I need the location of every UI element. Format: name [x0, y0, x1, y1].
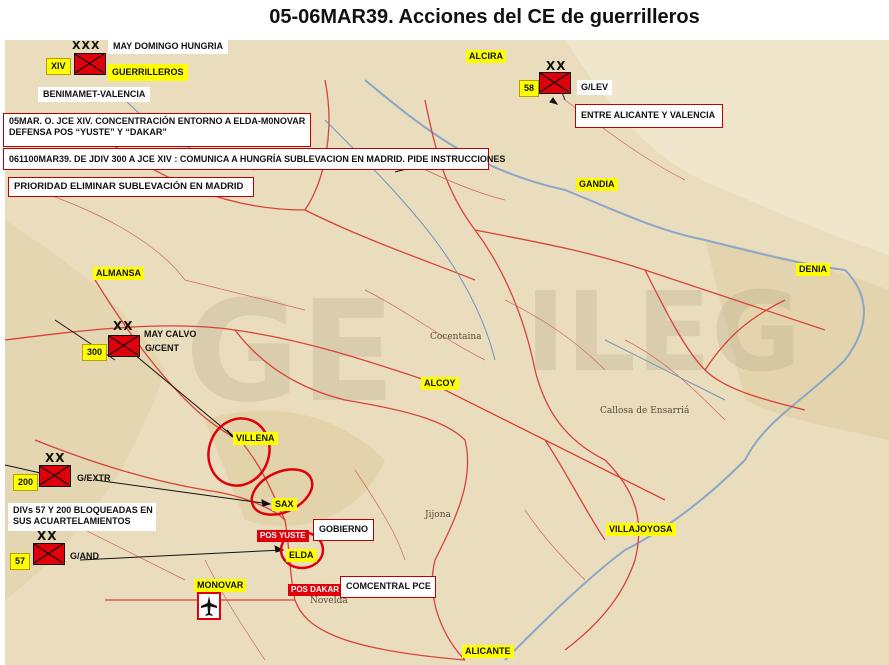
u200-name: G/EXTR	[77, 473, 111, 483]
divs-blocked-box: DIVs 57 Y 200 BLOQUEADAS EN SUS ACUARTEL…	[8, 503, 156, 531]
place-gandia: GANDIA	[576, 178, 618, 191]
u200-number: 200	[13, 474, 39, 491]
gobierno-box: GOBIERNO	[313, 519, 374, 541]
place-sax: SAX	[272, 498, 297, 511]
jce-order-line-1: 05MAR. O. JCE XIV. CONCENTRACIÓN ENTORNO…	[9, 116, 306, 126]
pos-yuste-label: POS YUSTE	[257, 530, 309, 542]
pos-dakar-label: POS DAKAR	[288, 584, 343, 596]
entre-box: ENTRE ALICANTE Y VALENCIA	[575, 104, 723, 128]
u58-name: G/LEV	[577, 80, 613, 95]
place-monovar: MONOVAR	[194, 579, 247, 592]
commander-xiv-label: MAY DOMINGO HUNGRIA	[108, 39, 229, 54]
u58-echelon-mark: XX	[546, 59, 567, 73]
xiv-number: XIV	[46, 58, 71, 75]
unit-cross-icon	[75, 54, 104, 73]
priority-box: PRIORIDAD ELIMINAR SUBLEVACIÓN EN MADRID	[8, 177, 254, 197]
place-alicante: ALICANTE	[462, 645, 514, 658]
xiv-name: GUERRILLEROS	[108, 64, 188, 81]
divs-blocked-line-1: DIVs 57 Y 200 BLOQUEADAS EN	[13, 505, 153, 515]
svg-text:GE: GE	[185, 271, 396, 434]
jce-order-line-2: DEFENSA POS “YUSTE” Y “DAKAR”	[9, 127, 167, 137]
place-elda: ELDA	[286, 549, 317, 562]
airplane-icon	[201, 596, 217, 616]
u57-number: 57	[10, 553, 31, 570]
u300-echelon-mark: XX	[113, 319, 134, 333]
place-jijona: Jijona	[425, 510, 451, 520]
unit-cross-icon	[40, 466, 69, 485]
place-almansa: ALMANSA	[93, 267, 144, 280]
airfield-marker	[197, 592, 221, 620]
unit-cross-icon	[540, 73, 569, 92]
u58-unit-symbol	[539, 72, 571, 94]
u300-number: 300	[82, 344, 108, 361]
jce-order-box: 05MAR. O. JCE XIV. CONCENTRACIÓN ENTORNO…	[3, 113, 311, 147]
map-title: 05-06MAR39. Acciones del CE de guerrille…	[269, 6, 700, 28]
place-cocentaina: Cocentaina	[430, 332, 482, 342]
svg-text:ILEG: ILEG	[525, 268, 801, 396]
u58-number: 58	[519, 80, 540, 97]
benimamet-box: BENIMAMET-VALENCIA	[38, 87, 151, 102]
place-villena: VILLENA	[233, 432, 278, 445]
unit-cross-icon	[34, 544, 63, 563]
xiv-echelon-mark: XXX	[72, 39, 101, 52]
u300-unit-symbol	[108, 335, 140, 357]
place-villajoyosa: VILLAJOYOSA	[606, 523, 676, 536]
u57-unit-symbol	[33, 543, 65, 565]
u200-echelon-mark: XX	[45, 451, 66, 465]
u300-name: G/CENT	[145, 343, 180, 353]
place-denia: DENIA	[796, 263, 831, 276]
u200-unit-symbol	[39, 465, 71, 487]
u300-commander: MAY CALVO	[144, 329, 197, 339]
comcentral-box: COMCENTRAL PCE	[340, 576, 436, 598]
unit-cross-icon	[109, 336, 138, 355]
place-callosa: Callosa de Ensarriá	[600, 406, 690, 416]
place-alcoy: ALCOY	[421, 377, 459, 390]
u57-name: G/AND	[70, 551, 99, 561]
xiv-unit-symbol	[74, 53, 106, 75]
u57-echelon-mark: XX	[37, 529, 58, 543]
jdiv-report-box: 061100MAR39. DE JDIV 300 A JCE XIV : COM…	[3, 148, 505, 170]
place-alcira: ALCIRA	[466, 50, 506, 63]
divs-blocked-line-2: SUS ACUARTELAMIENTOS	[13, 516, 131, 526]
